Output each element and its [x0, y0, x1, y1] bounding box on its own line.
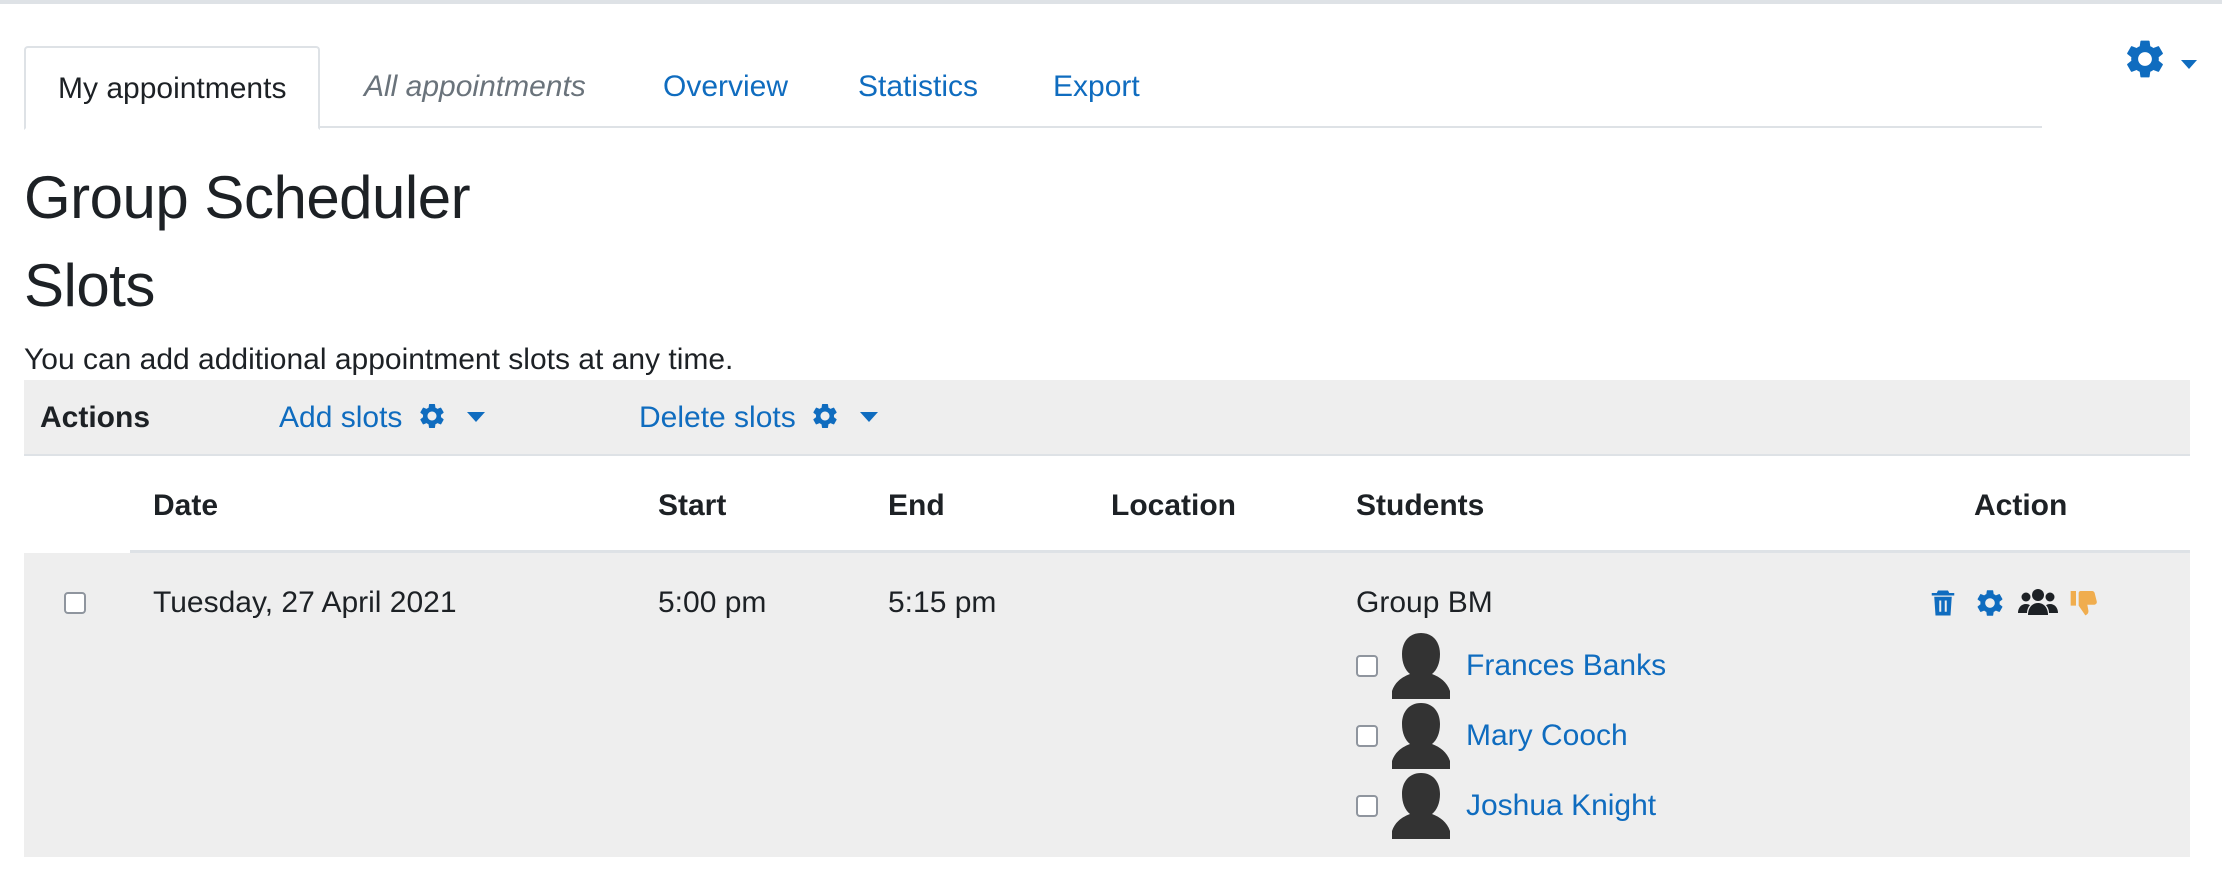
- chevron-down-icon: [860, 412, 879, 422]
- student-name-link[interactable]: Joshua Knight: [1466, 786, 1656, 826]
- slot-select-checkbox[interactable]: [64, 592, 86, 614]
- column-header-students: Students: [1356, 489, 1485, 522]
- section-title: Slots: [24, 252, 155, 319]
- tab-my-appointments[interactable]: My appointments: [24, 46, 321, 130]
- column-header-end: End: [888, 489, 945, 522]
- tab-bar: My appointments All appointments Overvie…: [24, 46, 2042, 130]
- student-name-link[interactable]: Mary Cooch: [1466, 716, 1628, 756]
- slot-date: Tuesday, 27 April 2021: [153, 586, 457, 619]
- chevron-down-icon: [467, 412, 486, 422]
- slot-start: 5:00 pm: [658, 586, 767, 619]
- column-header-location: Location: [1111, 489, 1236, 522]
- student-item: Joshua Knight: [1356, 771, 1756, 841]
- avatar: [1392, 703, 1450, 769]
- top-border: [0, 0, 2222, 4]
- delete-slots-menu[interactable]: Delete slots: [639, 380, 879, 456]
- student-item: Frances Banks: [1356, 631, 1756, 701]
- table-row: Tuesday, 27 April 2021 5:00 pm 5:15 pm G…: [24, 553, 2190, 857]
- slot-end: 5:15 pm: [888, 586, 997, 619]
- thumbs-down-icon[interactable]: [2068, 587, 2100, 619]
- tab-overview[interactable]: Overview: [663, 46, 788, 128]
- student-item: Mary Cooch: [1356, 701, 1756, 771]
- intro-text: You can add additional appointment slots…: [24, 343, 734, 376]
- avatar: [1392, 633, 1450, 699]
- tab-all-appointments[interactable]: All appointments: [364, 46, 586, 128]
- gear-icon: [813, 403, 837, 428]
- column-header-start: Start: [658, 489, 727, 522]
- tab-statistics[interactable]: Statistics: [858, 46, 978, 128]
- gear-icon[interactable]: [1974, 587, 2006, 619]
- group-name: Group BM: [1356, 586, 1493, 619]
- student-name-link[interactable]: Frances Banks: [1466, 646, 1666, 686]
- add-slots-label: Add slots: [279, 401, 403, 434]
- column-header-action: Action: [1974, 489, 2068, 522]
- users-icon[interactable]: [2018, 587, 2058, 619]
- trash-icon[interactable]: [1928, 587, 1958, 619]
- page-settings-menu[interactable]: [2122, 36, 2202, 86]
- add-slots-menu[interactable]: Add slots: [279, 380, 486, 456]
- actions-bar: Actions Add slots Delete slots: [24, 380, 2190, 456]
- actions-label: Actions: [40, 401, 151, 434]
- student-checkbox[interactable]: [1356, 655, 1378, 677]
- gear-icon: [420, 403, 444, 428]
- tab-export[interactable]: Export: [1053, 46, 1140, 128]
- page-title: Group Scheduler: [24, 164, 471, 231]
- student-checkbox[interactable]: [1356, 795, 1378, 817]
- column-header-date: Date: [153, 489, 219, 522]
- avatar: [1392, 773, 1450, 839]
- student-checkbox[interactable]: [1356, 725, 1378, 747]
- chevron-down-icon: [2181, 60, 2197, 69]
- delete-slots-label: Delete slots: [639, 401, 796, 434]
- gear-icon: [2127, 40, 2163, 78]
